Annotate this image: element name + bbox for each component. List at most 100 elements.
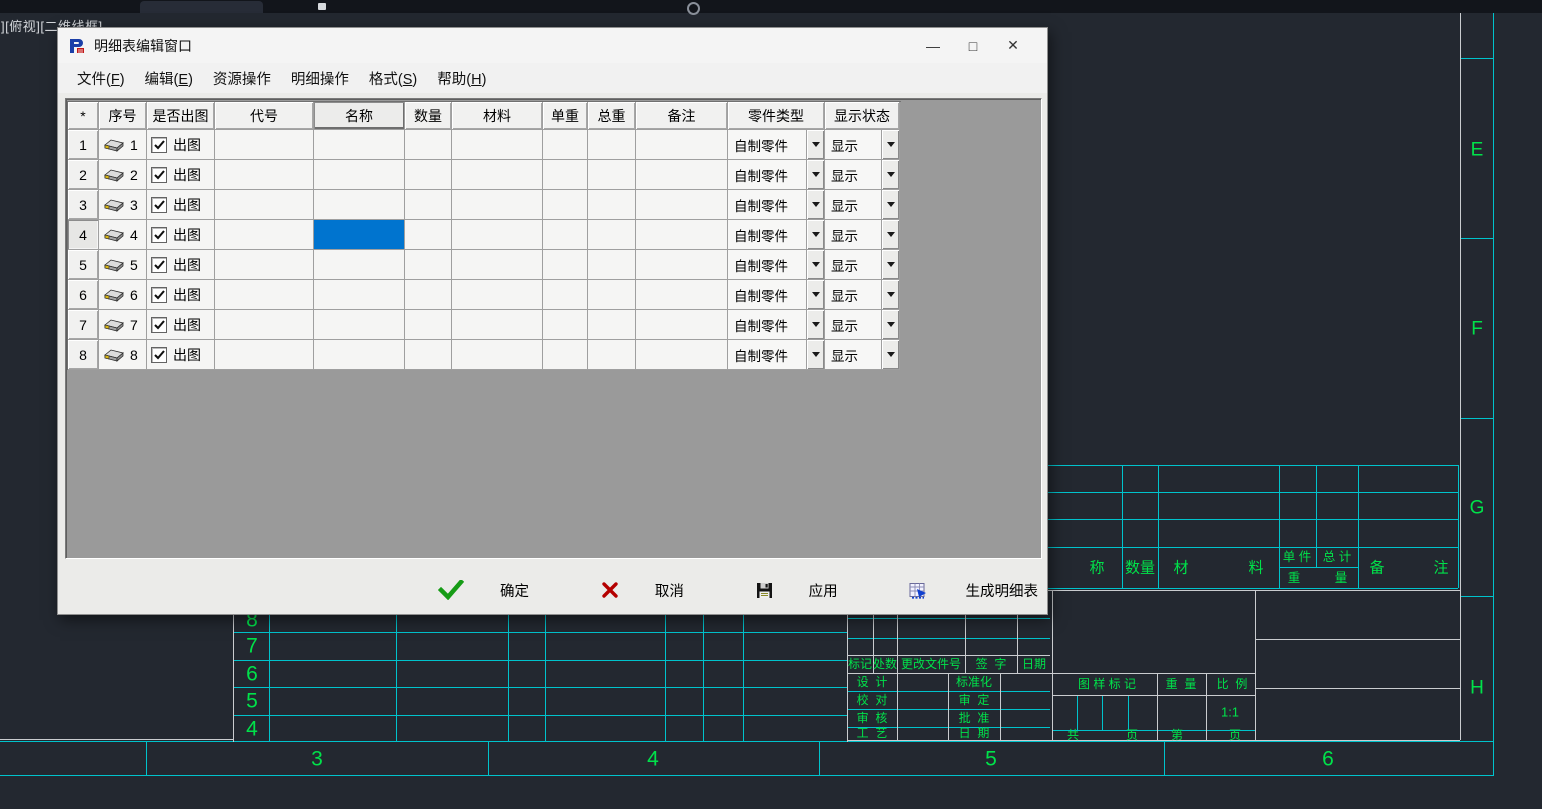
display-state-dropdown[interactable]: 显示 <box>825 220 900 250</box>
apply-button[interactable]: 应用 <box>756 580 838 601</box>
column-header[interactable]: 材料 <box>452 102 543 130</box>
name-cell[interactable] <box>314 220 405 250</box>
dropdown-arrow-button[interactable] <box>806 310 824 339</box>
dropdown-arrow-button[interactable] <box>806 250 824 279</box>
total-weight-cell[interactable] <box>588 220 636 250</box>
unit-weight-cell[interactable] <box>543 250 588 280</box>
material-cell[interactable] <box>452 130 543 160</box>
dropdown-arrow-button[interactable] <box>881 310 899 339</box>
display-state-dropdown[interactable]: 显示 <box>825 340 900 370</box>
column-header[interactable]: 名称 <box>314 102 405 130</box>
code-cell[interactable] <box>215 340 314 370</box>
name-cell[interactable] <box>314 280 405 310</box>
remark-cell[interactable] <box>636 220 728 250</box>
qty-cell[interactable] <box>405 130 452 160</box>
seq-cell[interactable]: 5 <box>99 250 147 280</box>
menu-item[interactable]: 明细操作 <box>281 64 359 93</box>
remark-cell[interactable] <box>636 160 728 190</box>
column-header[interactable]: 数量 <box>405 102 452 130</box>
material-cell[interactable] <box>452 280 543 310</box>
name-cell[interactable] <box>314 160 405 190</box>
qty-cell[interactable] <box>405 220 452 250</box>
dropdown-arrow-button[interactable] <box>881 220 899 249</box>
column-header[interactable]: 代号 <box>215 102 314 130</box>
dropdown-arrow-button[interactable] <box>806 130 824 159</box>
display-state-dropdown[interactable]: 显示 <box>825 130 900 160</box>
total-weight-cell[interactable] <box>588 130 636 160</box>
dropdown-arrow-button[interactable] <box>806 190 824 219</box>
unit-weight-cell[interactable] <box>543 310 588 340</box>
display-state-dropdown[interactable]: 显示 <box>825 280 900 310</box>
row-header[interactable]: 1 <box>68 130 99 160</box>
plot-checkbox[interactable] <box>151 197 167 213</box>
plot-checkbox[interactable] <box>151 347 167 363</box>
column-header[interactable]: * <box>68 102 99 130</box>
plot-cell[interactable]: 出图 <box>147 250 215 280</box>
plot-cell[interactable]: 出图 <box>147 190 215 220</box>
ok-button[interactable]: 确定 <box>438 580 529 601</box>
part-type-dropdown[interactable]: 自制零件 <box>728 310 825 340</box>
part-type-dropdown[interactable]: 自制零件 <box>728 130 825 160</box>
display-state-dropdown[interactable]: 显示 <box>825 160 900 190</box>
plot-checkbox[interactable] <box>151 137 167 153</box>
code-cell[interactable] <box>215 250 314 280</box>
row-header[interactable]: 6 <box>68 280 99 310</box>
menu-item[interactable]: 文件(F) <box>67 64 135 93</box>
part-type-dropdown[interactable]: 自制零件 <box>728 280 825 310</box>
remark-cell[interactable] <box>636 250 728 280</box>
row-header[interactable]: 3 <box>68 190 99 220</box>
seq-cell[interactable]: 4 <box>99 220 147 250</box>
remark-cell[interactable] <box>636 190 728 220</box>
row-header[interactable]: 4 <box>68 220 99 250</box>
total-weight-cell[interactable] <box>588 310 636 340</box>
generate-bom-button[interactable]: 生成明细表 <box>909 580 1038 601</box>
unit-weight-cell[interactable] <box>543 220 588 250</box>
qty-cell[interactable] <box>405 280 452 310</box>
material-cell[interactable] <box>452 220 543 250</box>
name-cell[interactable] <box>314 340 405 370</box>
seq-cell[interactable]: 2 <box>99 160 147 190</box>
plot-checkbox[interactable] <box>151 317 167 333</box>
qty-cell[interactable] <box>405 160 452 190</box>
dropdown-arrow-button[interactable] <box>881 250 899 279</box>
cancel-button[interactable]: 取消 <box>601 580 684 601</box>
column-header[interactable]: 单重 <box>543 102 588 130</box>
menu-item[interactable]: 帮助(H) <box>427 64 496 93</box>
qty-cell[interactable] <box>405 340 452 370</box>
part-type-dropdown[interactable]: 自制零件 <box>728 220 825 250</box>
code-cell[interactable] <box>215 220 314 250</box>
column-header[interactable]: 序号 <box>99 102 147 130</box>
total-weight-cell[interactable] <box>588 250 636 280</box>
name-cell[interactable] <box>314 310 405 340</box>
close-button[interactable]: ✕ <box>993 31 1033 61</box>
unit-weight-cell[interactable] <box>543 280 588 310</box>
total-weight-cell[interactable] <box>588 160 636 190</box>
plot-cell[interactable]: 出图 <box>147 280 215 310</box>
dropdown-arrow-button[interactable] <box>881 190 899 219</box>
code-cell[interactable] <box>215 190 314 220</box>
row-header[interactable]: 7 <box>68 310 99 340</box>
code-cell[interactable] <box>215 280 314 310</box>
name-cell[interactable] <box>314 190 405 220</box>
maximize-button[interactable]: □ <box>953 31 993 61</box>
menu-item[interactable]: 资源操作 <box>203 64 281 93</box>
part-type-dropdown[interactable]: 自制零件 <box>728 340 825 370</box>
dropdown-arrow-button[interactable] <box>881 340 899 369</box>
dropdown-arrow-button[interactable] <box>806 340 824 369</box>
unit-weight-cell[interactable] <box>543 130 588 160</box>
seq-cell[interactable]: 3 <box>99 190 147 220</box>
plot-checkbox[interactable] <box>151 167 167 183</box>
total-weight-cell[interactable] <box>588 190 636 220</box>
plot-cell[interactable]: 出图 <box>147 310 215 340</box>
dropdown-arrow-button[interactable] <box>806 280 824 309</box>
seq-cell[interactable]: 1 <box>99 130 147 160</box>
material-cell[interactable] <box>452 310 543 340</box>
seq-cell[interactable]: 7 <box>99 310 147 340</box>
material-cell[interactable] <box>452 340 543 370</box>
unit-weight-cell[interactable] <box>543 190 588 220</box>
code-cell[interactable] <box>215 130 314 160</box>
column-header[interactable]: 显示状态 <box>825 102 900 130</box>
column-header[interactable]: 总重 <box>588 102 636 130</box>
plot-cell[interactable]: 出图 <box>147 340 215 370</box>
dropdown-arrow-button[interactable] <box>806 160 824 189</box>
